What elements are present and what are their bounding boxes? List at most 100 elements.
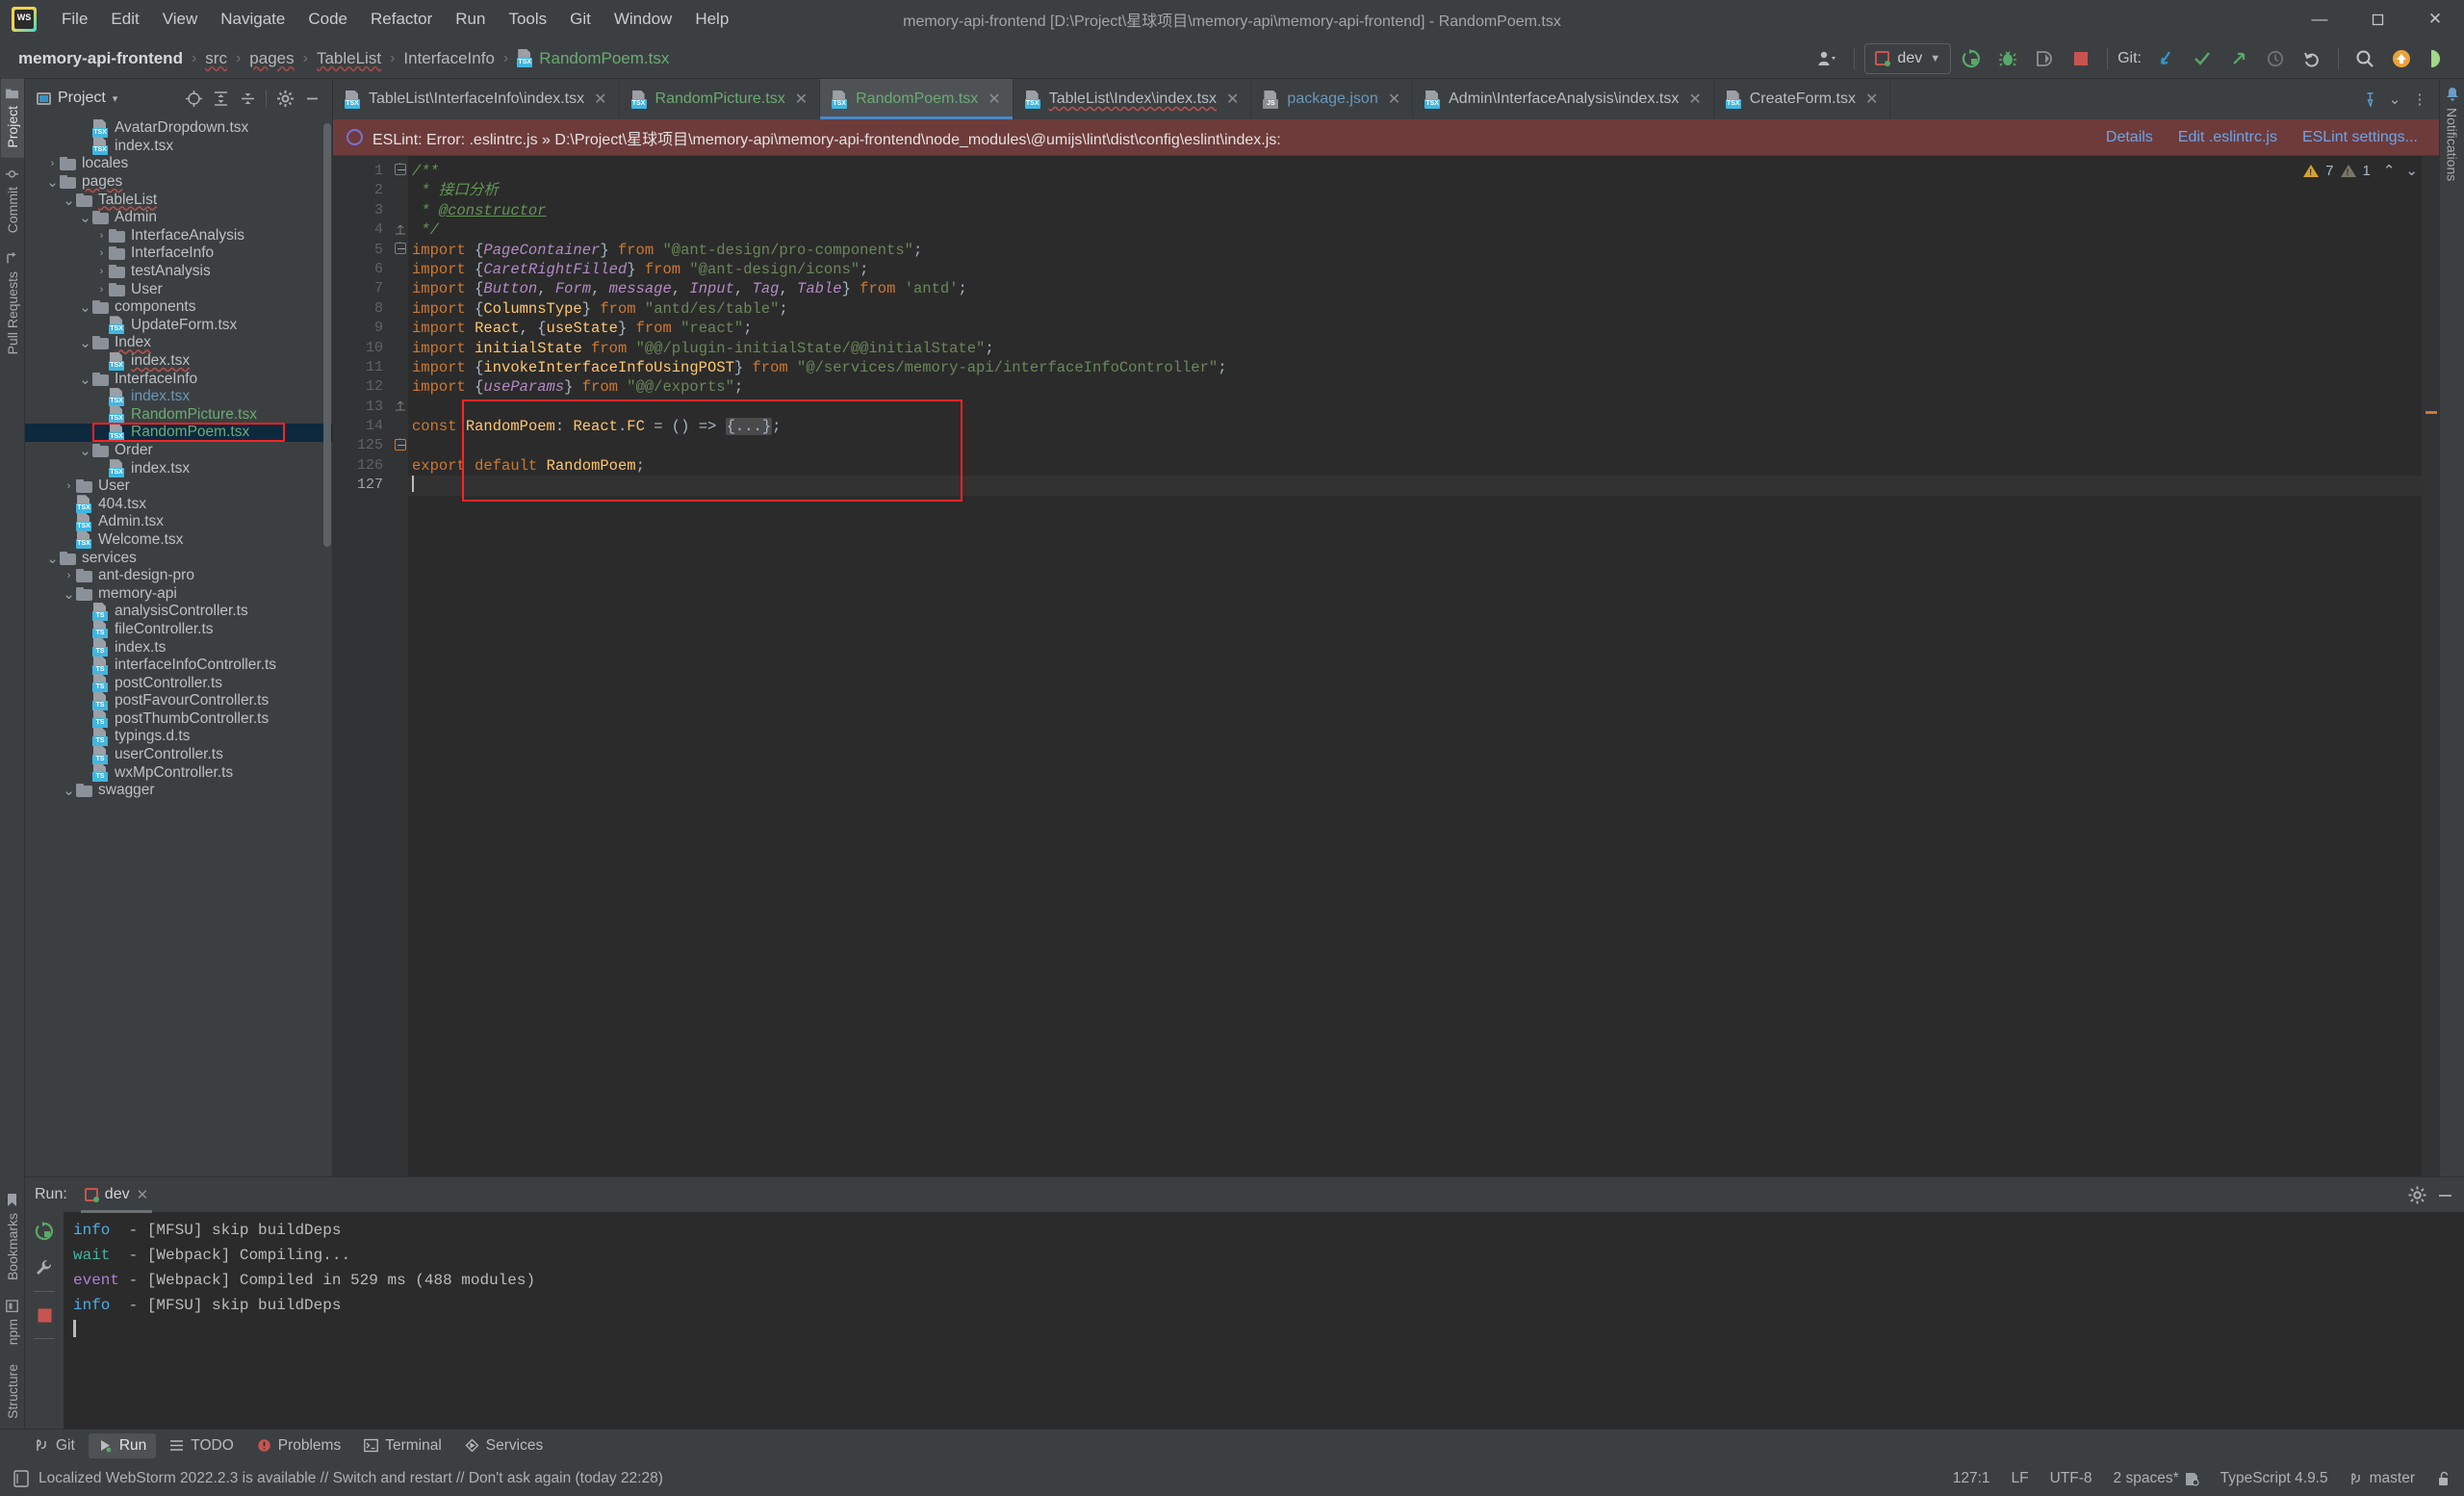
fold-end-marker[interactable] xyxy=(395,223,406,235)
file-encoding[interactable]: UTF-8 xyxy=(2050,1470,2092,1487)
menu-navigate[interactable]: Navigate xyxy=(209,6,296,33)
close-icon[interactable]: ✕ xyxy=(1863,90,1880,109)
tree-folder[interactable]: › User xyxy=(25,477,332,496)
tree-file[interactable]: TS postController.ts xyxy=(25,674,332,693)
fold-marker[interactable] xyxy=(395,163,406,175)
tree-file[interactable]: TSX index.tsx xyxy=(25,351,332,371)
menu-edit[interactable]: Edit xyxy=(99,6,150,33)
close-button[interactable]: ✕ xyxy=(2406,0,2464,39)
chevron-down-icon[interactable]: ⌄ xyxy=(62,192,76,209)
status-message[interactable]: Localized WebStorm 2022.2.3 is available… xyxy=(38,1470,663,1487)
tree-folder[interactable]: › User xyxy=(25,280,332,298)
code-line[interactable]: import {PageContainer} from "@ant-design… xyxy=(408,241,2422,260)
tree-file[interactable]: TS userController.ts xyxy=(25,745,332,764)
gear-icon[interactable] xyxy=(2408,1186,2426,1204)
tree-folder[interactable]: ⌄ Admin xyxy=(25,209,332,227)
chevron-down-icon[interactable]: ⌄ xyxy=(78,442,92,459)
chevron-right-icon[interactable]: › xyxy=(94,230,109,242)
sidebar-item-project[interactable]: Project xyxy=(0,79,24,158)
tool-button-todo[interactable]: TODO xyxy=(160,1433,244,1458)
minimize-button[interactable]: — xyxy=(2291,0,2348,39)
breadcrumb-file[interactable]: TSX RandomPoem.tsx xyxy=(512,48,674,69)
tree-file[interactable]: TS analysisController.ts xyxy=(25,602,332,621)
edit-eslintrc-link[interactable]: Edit .eslintrc.js xyxy=(2178,129,2277,146)
tree-folder[interactable]: ⌄ components xyxy=(25,298,332,317)
code-line[interactable]: export default RandomPoem; xyxy=(408,456,2422,476)
run-configuration-selector[interactable]: dev ▼ xyxy=(1864,42,1952,74)
run-tab-dev[interactable]: dev ✕ xyxy=(77,1182,156,1213)
editor-tab-bar[interactable]: TSX TableList\InterfaceInfo\index.tsx ✕ TSX… xyxy=(333,79,2439,119)
tree-folder[interactable]: ⌄ services xyxy=(25,549,332,567)
caret-position[interactable]: 127:1 xyxy=(1953,1470,1990,1487)
coverage-icon[interactable] xyxy=(2028,43,2061,74)
fold-marker-collapsed[interactable] xyxy=(395,438,406,451)
close-icon[interactable]: ✕ xyxy=(1686,90,1703,109)
git-update-icon[interactable] xyxy=(2149,43,2182,74)
code-line[interactable]: const RandomPoem: React.FC = () => {...}… xyxy=(408,417,2422,436)
code-line[interactable]: */ xyxy=(408,220,2422,240)
tree-file[interactable]: TSX RandomPicture.tsx xyxy=(25,405,332,425)
tree-file[interactable]: TSX Welcome.tsx xyxy=(25,530,332,550)
tree-file[interactable]: TS typings.d.ts xyxy=(25,727,332,746)
main-menu[interactable]: File Edit View Navigate Code Refactor Ru… xyxy=(50,6,740,33)
chevron-down-icon[interactable]: ⌄ xyxy=(78,371,92,388)
tree-folder[interactable]: ⌄ Order xyxy=(25,442,332,460)
editor-tab[interactable]: JS package.json ✕ xyxy=(1251,79,1414,119)
code-line[interactable]: import initialState from "@@/plugin-init… xyxy=(408,339,2422,358)
tool-button-problems[interactable]: Problems xyxy=(247,1433,350,1458)
tree-file[interactable]: TSX RandomPoem.tsx xyxy=(25,423,332,442)
stop-icon[interactable] xyxy=(2065,43,2097,74)
chevron-down-icon[interactable]: ⌄ xyxy=(2383,86,2406,113)
line-separator[interactable]: LF xyxy=(2012,1470,2029,1487)
code-line[interactable] xyxy=(408,398,2422,417)
tree-folder[interactable]: › ant-design-pro xyxy=(25,567,332,585)
menu-git[interactable]: Git xyxy=(558,6,603,33)
menu-code[interactable]: Code xyxy=(296,6,359,33)
indent-setting[interactable]: 2 spaces* xyxy=(2114,1470,2199,1487)
tree-folder[interactable]: › testAnalysis xyxy=(25,263,332,281)
code-line[interactable]: import {CaretRightFilled} from "@ant-des… xyxy=(408,260,2422,279)
menu-help[interactable]: Help xyxy=(683,6,740,33)
tab-options-icon[interactable]: ⋮ xyxy=(2408,86,2431,113)
tree-folder[interactable]: › InterfaceInfo xyxy=(25,245,332,263)
tree-file[interactable]: TSX Admin.tsx xyxy=(25,512,332,531)
menu-window[interactable]: Window xyxy=(603,6,683,33)
chevron-down-icon[interactable]: ⌄ xyxy=(78,298,92,316)
chevron-right-icon[interactable]: › xyxy=(62,570,76,581)
sidebar-item-pull-requests[interactable]: Pull Requests xyxy=(1,243,24,364)
next-problem-icon[interactable]: ⌄ xyxy=(2401,162,2418,179)
close-icon[interactable]: ✕ xyxy=(1224,90,1241,109)
code-line[interactable]: import {useParams} from "@@/exports"; xyxy=(408,377,2422,397)
chevron-right-icon[interactable]: › xyxy=(94,266,109,277)
breadcrumb-interfaceinfo[interactable]: InterfaceInfo xyxy=(398,48,500,69)
close-icon[interactable]: ✕ xyxy=(1386,90,1402,109)
tree-file[interactable]: TSX index.tsx xyxy=(25,137,332,156)
project-tree-scrollbar[interactable] xyxy=(323,123,331,547)
error-stripe-gutter[interactable] xyxy=(2422,156,2439,1176)
chevron-down-icon[interactable]: ⌄ xyxy=(78,209,92,226)
sidebar-item-commit[interactable]: Commit xyxy=(1,158,24,243)
gear-icon[interactable] xyxy=(272,86,297,111)
menu-run[interactable]: Run xyxy=(444,6,497,33)
tree-file[interactable]: TSX index.tsx xyxy=(25,387,332,406)
menu-tools[interactable]: Tools xyxy=(497,6,558,33)
project-file-tree[interactable]: TSX AvatarDropdown.tsx TSX index.tsx › locale… xyxy=(25,117,332,1176)
code-line[interactable] xyxy=(408,476,2422,496)
console-output[interactable]: info - [MFSU] skip buildDeps wait - [Webp… xyxy=(64,1212,2464,1429)
sidebar-item-structure[interactable]: Structure xyxy=(1,1354,24,1429)
chevron-right-icon[interactable]: › xyxy=(94,284,109,296)
menu-file[interactable]: File xyxy=(50,6,99,33)
sidebar-item-npm[interactable]: npm xyxy=(1,1290,24,1354)
editor-tab[interactable]: TSX Admin\InterfaceAnalysis\index.tsx ✕ xyxy=(1413,79,1714,119)
breadcrumb-tablelist[interactable]: TableList xyxy=(312,48,386,69)
tree-folder[interactable]: ⌄ TableList xyxy=(25,191,332,209)
user-dropdown-icon[interactable] xyxy=(1811,43,1844,74)
git-history-icon[interactable] xyxy=(2259,43,2292,74)
tree-file[interactable]: TS wxMpController.ts xyxy=(25,763,332,783)
stop-icon[interactable] xyxy=(31,1302,58,1328)
tree-file[interactable]: TS postThumbController.ts xyxy=(25,709,332,729)
editor-tab[interactable]: TSX TableList\Index\index.tsx ✕ xyxy=(1014,79,1252,119)
inspection-widget[interactable]: 7 1 ⌃ ⌄ xyxy=(2303,162,2418,179)
minimize-panel-icon[interactable] xyxy=(2436,1186,2454,1204)
editor-tab[interactable]: TSX RandomPoem.tsx ✕ xyxy=(820,79,1014,119)
